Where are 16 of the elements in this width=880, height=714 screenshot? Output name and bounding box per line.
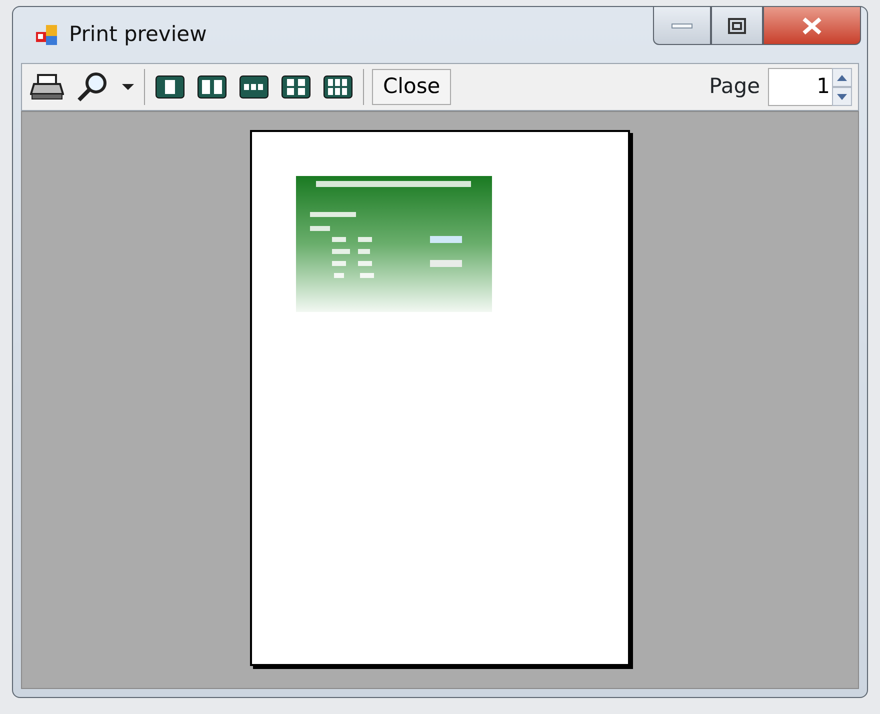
window-title: Print preview (69, 21, 207, 48)
one-page-icon[interactable] (153, 73, 187, 101)
close-button[interactable]: Close (372, 69, 452, 105)
two-pages-icon[interactable] (195, 73, 229, 101)
maximize-button[interactable] (711, 7, 763, 45)
page-field[interactable]: 1 (768, 68, 832, 106)
app-icon (35, 23, 59, 47)
page-label: Page (709, 73, 760, 100)
three-pages-icon[interactable] (237, 73, 271, 101)
minimize-button[interactable] (653, 7, 711, 45)
six-pages-icon[interactable] (321, 73, 355, 101)
maximize-icon (728, 18, 746, 34)
four-pages-icon[interactable] (279, 73, 313, 101)
close-icon[interactable] (763, 7, 861, 45)
minimize-icon (671, 22, 693, 30)
caret-icon[interactable] (120, 81, 136, 93)
